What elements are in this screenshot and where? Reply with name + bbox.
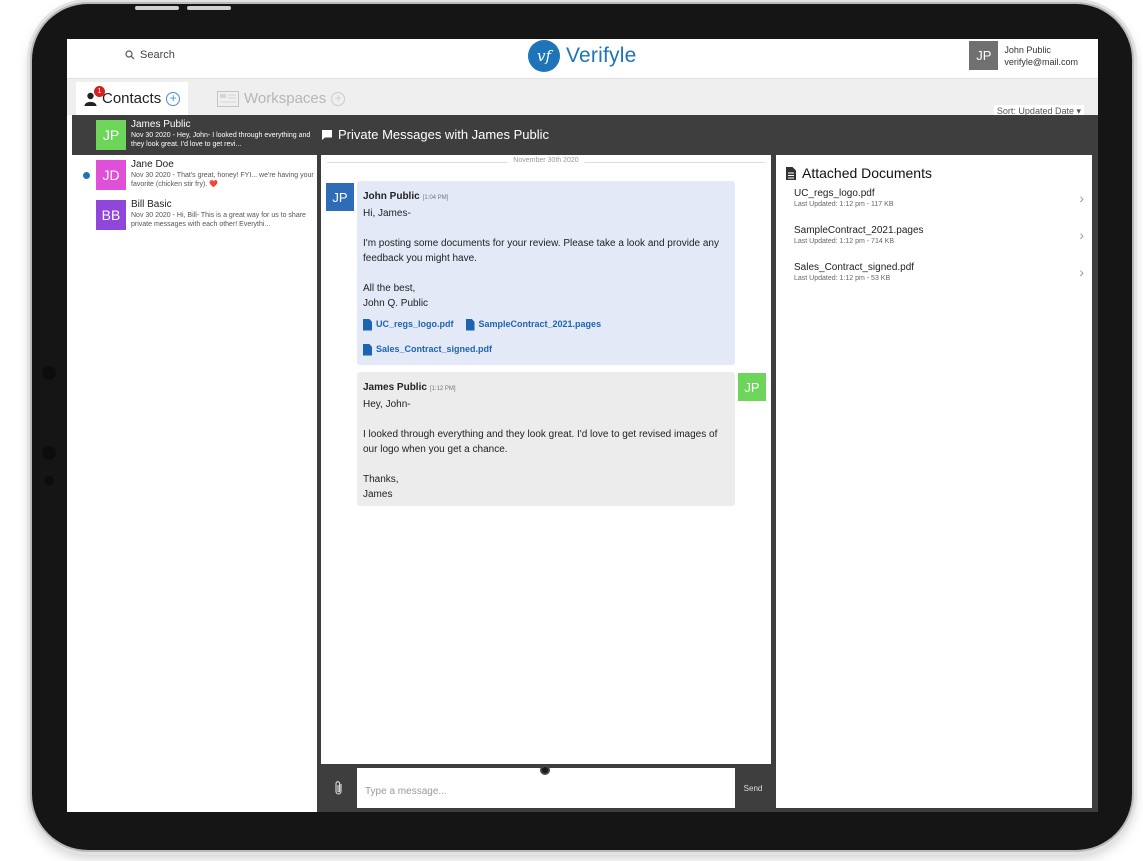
document-item[interactable]: Sales_Contract_signed.pdf Last Updated: … xyxy=(794,261,1084,293)
message-sender: James Public xyxy=(363,382,427,393)
message-line: All the best, xyxy=(363,283,416,294)
contact-snippet: Nov 30 2020 - Hi, Bill- This is a great … xyxy=(131,212,306,228)
tab-label: Contacts xyxy=(102,90,162,107)
message-line: Thanks, xyxy=(363,474,399,485)
date-separator-text: November 30th 2020 xyxy=(507,157,585,164)
document-name: SampleContract_2021.pages xyxy=(794,225,924,236)
tab-contacts[interactable]: 1 Contacts + xyxy=(76,82,189,115)
workspace-icon xyxy=(217,90,239,107)
message-line: Hey, John- xyxy=(363,399,411,410)
docs-title: Attached Documents xyxy=(786,165,932,181)
avatar: JP xyxy=(326,183,354,211)
chevron-right-icon: › xyxy=(1079,264,1084,280)
app-screen: Search vf Verifyle JP John Public verify… xyxy=(67,39,1098,812)
document-item[interactable]: UC_regs_logo.pdf Last Updated: 1:12 pm -… xyxy=(794,187,1084,219)
avatar: BB xyxy=(96,200,126,230)
chat-title-text: Private Messages with James Public xyxy=(338,127,549,142)
contact-item-jane-doe[interactable]: JD Jane Doe Nov 30 2020 - That's great, … xyxy=(67,155,317,195)
side-sensor xyxy=(44,476,54,486)
tab-bar: 1 Contacts + Workspaces + Sort: Updated … xyxy=(67,79,1098,118)
contact-snippet: Nov 30 2020 - That's great, honey! FYI..… xyxy=(131,172,314,188)
side-sensor xyxy=(42,366,56,380)
user-email: verifyle@mail.com xyxy=(1004,56,1078,67)
message-header: James Public [1:12 PM] xyxy=(363,380,729,397)
attach-button[interactable] xyxy=(321,768,357,808)
attachment-name: Sales_Contract_signed.pdf xyxy=(376,344,493,354)
document-meta: Last Updated: 1:12 pm - 714 KB xyxy=(794,238,895,245)
unread-dot-icon xyxy=(83,172,90,179)
add-contact-icon[interactable]: + xyxy=(166,91,181,106)
message-time: [1:04 PM] xyxy=(422,195,449,201)
avatar: JP xyxy=(96,120,126,150)
conversation-panel: Private Messages with James Public Novem… xyxy=(317,115,1098,812)
document-item[interactable]: SampleContract_2021.pages Last Updated: … xyxy=(794,224,1084,256)
tab-label: Workspaces xyxy=(244,90,327,107)
contact-snippet: Nov 30 2020 - Hey, John- I looked throug… xyxy=(131,132,311,148)
send-button[interactable]: Send xyxy=(735,768,771,808)
chat-title: Private Messages with James Public xyxy=(321,127,549,142)
verifyle-logo[interactable]: vf Verifyle xyxy=(528,40,636,72)
volume-button xyxy=(135,6,179,10)
app-header: Search vf Verifyle JP John Public verify… xyxy=(67,39,1098,79)
contact-item-james-public[interactable]: JP James Public Nov 30 2020 - Hey, John-… xyxy=(72,115,317,155)
attached-documents-panel: Attached Documents UC_regs_logo.pdf Last… xyxy=(776,155,1092,808)
message-sender: John Public xyxy=(363,191,420,202)
unread-badge: 1 xyxy=(94,86,105,97)
side-sensor xyxy=(42,446,56,460)
search-label: Search xyxy=(140,49,175,61)
document-icon xyxy=(465,318,475,331)
search-icon xyxy=(125,50,135,60)
chevron-right-icon: › xyxy=(1079,190,1084,206)
document-name: Sales_Contract_signed.pdf xyxy=(794,262,915,273)
avatar: JP xyxy=(738,373,766,401)
document-meta: Last Updated: 1:12 pm - 53 KB xyxy=(794,275,891,282)
contact-name: James Public xyxy=(131,119,191,130)
paperclip-icon xyxy=(335,781,342,795)
avatar: JD xyxy=(96,160,126,190)
message-bubble: James Public [1:12 PM] Hey, John- I looke… xyxy=(357,372,735,506)
contact-name: Bill Basic xyxy=(131,199,172,210)
tab-workspaces[interactable]: Workspaces + xyxy=(209,82,353,115)
message-line: Hi, James- xyxy=(363,208,411,219)
attachment-link[interactable]: SampleContract_2021.pages xyxy=(465,317,602,332)
message-line: John Q. Public xyxy=(363,298,429,309)
volume-button xyxy=(187,6,231,10)
docs-title-text: Attached Documents xyxy=(802,165,932,181)
document-icon xyxy=(786,166,796,180)
attachment-link[interactable]: Sales_Contract_signed.pdf xyxy=(363,342,492,357)
document-icon xyxy=(363,343,372,356)
date-separator: November 30th 2020 xyxy=(327,157,765,164)
document-meta: Last Updated: 1:12 pm - 117 KB xyxy=(794,201,894,208)
attachment-link[interactable]: UC_regs_logo.pdf xyxy=(363,317,454,332)
front-camera-icon xyxy=(540,765,550,775)
logo-mark-icon: vf xyxy=(528,40,560,72)
contacts-list: JP James Public Nov 30 2020 - Hey, John-… xyxy=(67,115,317,812)
attachment-name: UC_regs_logo.pdf xyxy=(376,319,454,329)
user-menu[interactable]: JP John Public verifyle@mail.com xyxy=(969,41,1078,70)
speech-bubble-icon xyxy=(322,129,332,140)
message-line: I'm posting some documents for your revi… xyxy=(363,238,719,264)
logo-text: Verifyle xyxy=(566,44,637,67)
add-workspace-icon[interactable]: + xyxy=(331,91,346,106)
message-bubble: John Public [1:04 PM] Hi, James- I'm post… xyxy=(357,181,735,365)
message-line: I looked through everything and they loo… xyxy=(363,429,718,455)
document-icon xyxy=(363,318,372,331)
search-box[interactable]: Search xyxy=(125,49,175,61)
contact-item-bill-basic[interactable]: BB Bill Basic Nov 30 2020 - Hi, Bill- Th… xyxy=(67,195,317,235)
message-time: [1:12 PM] xyxy=(429,386,456,392)
document-name: UC_regs_logo.pdf xyxy=(794,188,875,199)
user-info: John Public verifyle@mail.com xyxy=(1004,44,1078,68)
contact-name: Jane Doe xyxy=(131,159,174,170)
attachment-name: SampleContract_2021.pages xyxy=(478,319,602,329)
chevron-right-icon: › xyxy=(1079,227,1084,243)
user-name: John Public xyxy=(1004,44,1051,55)
avatar: JP xyxy=(969,41,999,70)
message-thread[interactable]: November 30th 2020 JP John Public [1:04 P… xyxy=(321,155,771,764)
message-line: James xyxy=(363,489,393,500)
message-header: John Public [1:04 PM] xyxy=(363,189,729,206)
